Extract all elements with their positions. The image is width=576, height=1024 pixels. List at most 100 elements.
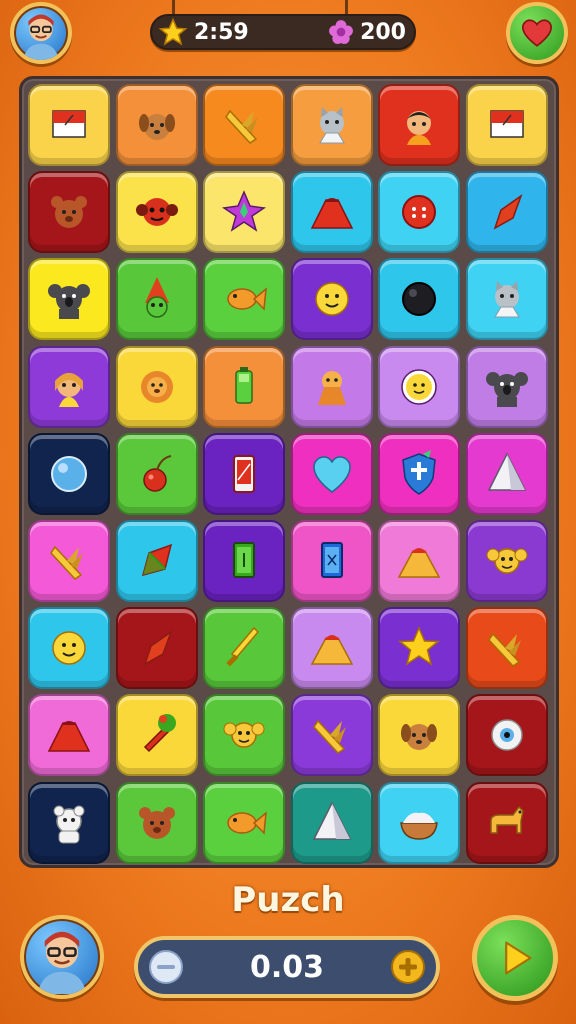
game-tile[interactable]	[290, 520, 373, 602]
sword-icon	[226, 627, 260, 667]
game-tile[interactable]	[378, 432, 461, 515]
game-tile[interactable]	[203, 520, 286, 602]
game-tile[interactable]	[466, 171, 548, 254]
game-tile[interactable]	[115, 694, 198, 777]
game-tile[interactable]	[378, 345, 461, 428]
game-tile[interactable]	[115, 520, 198, 602]
girl-icon	[55, 372, 83, 407]
game-tile[interactable]	[290, 345, 373, 428]
score-bar: 0.03	[134, 936, 440, 998]
game-tile[interactable]	[466, 258, 548, 341]
star-icon	[398, 626, 441, 666]
red-monkey-icon	[135, 198, 178, 227]
player-avatar-icon	[37, 931, 87, 994]
game-tile[interactable]	[115, 607, 198, 690]
game-tile[interactable]	[290, 432, 373, 515]
game-tile[interactable]	[466, 432, 548, 515]
cat-icon	[318, 107, 345, 144]
leaf-kite-icon	[141, 543, 172, 577]
game-tile[interactable]	[28, 694, 110, 777]
plus-button[interactable]	[390, 949, 426, 985]
bear-icon	[138, 806, 175, 839]
lives-heart-button[interactable]	[506, 2, 568, 64]
profile-avatar-button[interactable]	[10, 2, 72, 64]
game-tile[interactable]	[115, 432, 198, 515]
gnome-icon	[144, 277, 169, 319]
game-tile[interactable]	[203, 345, 286, 428]
game-tile[interactable]	[290, 607, 373, 690]
goldfish-icon	[227, 810, 268, 835]
game-tile[interactable]	[28, 84, 110, 166]
game-tile[interactable]	[466, 84, 548, 166]
game-tile[interactable]	[28, 520, 110, 602]
game-tile[interactable]	[115, 781, 198, 864]
game-tile[interactable]	[203, 781, 286, 864]
game-tile[interactable]	[28, 432, 110, 515]
game-tile[interactable]	[290, 694, 373, 777]
game-tile[interactable]	[203, 258, 286, 341]
koala-icon	[48, 284, 90, 320]
timer-value: 2:59	[194, 19, 249, 45]
game-tile[interactable]	[290, 781, 373, 864]
flag-icon	[490, 110, 524, 138]
player-avatar-icon	[23, 14, 59, 60]
game-tile[interactable]	[466, 694, 548, 777]
game-tile[interactable]	[203, 84, 286, 166]
game-tile[interactable]	[378, 171, 461, 254]
pyramid-icon	[487, 452, 527, 491]
eye-icon	[491, 719, 523, 752]
game-tile[interactable]	[203, 432, 286, 515]
game-tile[interactable]	[115, 345, 198, 428]
game-tile[interactable]	[28, 258, 110, 341]
game-tile[interactable]	[115, 171, 198, 254]
game-tile[interactable]	[378, 781, 461, 864]
flower-gem-icon	[329, 20, 353, 44]
game-tile[interactable]	[28, 781, 110, 864]
pyramid-icon	[312, 800, 352, 840]
play-icon	[505, 941, 532, 975]
game-tile[interactable]	[378, 258, 461, 341]
bear-icon	[51, 196, 87, 229]
game-tile[interactable]	[203, 171, 286, 254]
kite-icon	[493, 194, 523, 230]
game-tile[interactable]	[466, 781, 548, 864]
game-tile[interactable]	[378, 607, 461, 690]
game-tile[interactable]	[290, 171, 373, 254]
blue-orb-icon	[51, 455, 87, 492]
monkey-icon	[486, 548, 528, 574]
game-tile[interactable]	[203, 694, 286, 777]
hud-status-bar: 2:59 200	[150, 14, 416, 50]
heart-icon	[313, 456, 351, 493]
plus-icon	[391, 950, 425, 984]
game-tile[interactable]	[290, 258, 373, 341]
game-tile[interactable]	[378, 694, 461, 777]
game-board	[19, 76, 559, 868]
play-button[interactable]	[472, 915, 558, 1001]
dog-icon	[138, 114, 175, 140]
game-tile[interactable]	[28, 171, 110, 254]
game-tile[interactable]	[466, 345, 548, 428]
game-tile[interactable]	[203, 607, 286, 690]
red-button-icon	[402, 195, 437, 230]
dog-icon	[401, 724, 438, 751]
game-tile[interactable]	[466, 607, 548, 690]
monkey-icon	[223, 722, 265, 749]
koala-icon	[486, 371, 528, 407]
gems-display: 200	[328, 16, 406, 48]
game-tile[interactable]	[28, 607, 110, 690]
game-tile[interactable]	[115, 258, 198, 341]
volcano-icon	[398, 548, 441, 578]
moon-face-icon	[52, 631, 86, 665]
cherry-icon	[142, 454, 171, 492]
game-tile[interactable]	[115, 84, 198, 166]
game-tile[interactable]	[378, 84, 461, 166]
game-tile[interactable]	[466, 520, 548, 602]
battery-icon	[235, 366, 253, 404]
game-tile[interactable]	[290, 84, 373, 166]
game-tile[interactable]	[378, 520, 461, 602]
rice-bowl-icon	[400, 812, 439, 840]
game-tile[interactable]	[28, 345, 110, 428]
phone-icon	[233, 454, 256, 493]
flag-icon	[52, 110, 86, 138]
profile-avatar-button-bottom[interactable]	[20, 915, 104, 999]
